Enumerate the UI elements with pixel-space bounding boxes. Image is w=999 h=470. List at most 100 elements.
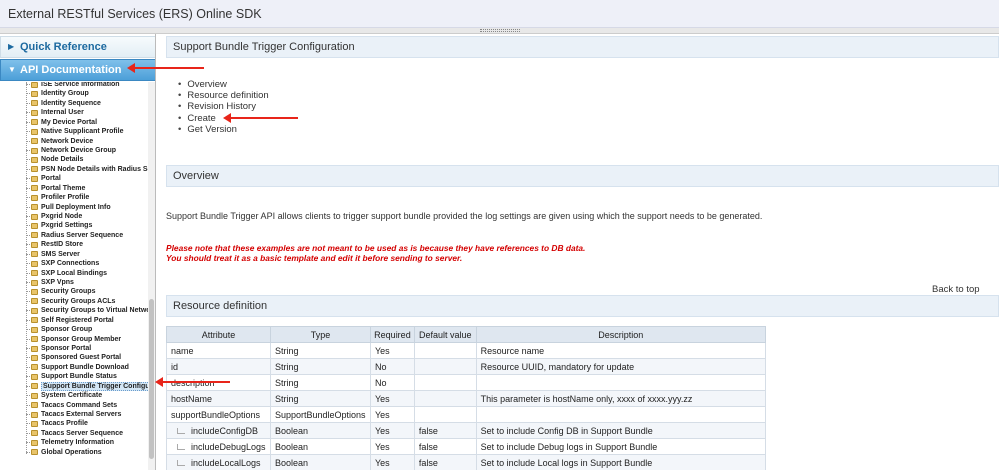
tree-item-label: Profiler Profile bbox=[41, 194, 90, 202]
folder-icon bbox=[31, 166, 38, 173]
folder-icon bbox=[31, 392, 38, 399]
sidebar-tree-item[interactable]: Security Groups bbox=[26, 288, 95, 297]
sidebar-scrollbar[interactable] bbox=[148, 82, 155, 470]
table-cell-default: false bbox=[413, 438, 477, 455]
sidebar-tree-item[interactable]: Tacacs Command Sets bbox=[26, 402, 117, 411]
sidebar-tree-item[interactable]: Global Operations bbox=[26, 449, 102, 458]
tree-item-label: SXP Vpns bbox=[41, 279, 74, 287]
sidebar-tree-item[interactable]: Network Device Group bbox=[26, 147, 116, 156]
annotation-arrow bbox=[155, 377, 230, 387]
sidebar-tree-item[interactable]: Tacacs Server Sequence bbox=[26, 430, 123, 439]
toc-link[interactable]: Get Version bbox=[178, 124, 269, 135]
sidebar-tree-item[interactable]: SXP Local Bindings bbox=[26, 270, 107, 279]
sidebar-tree-item[interactable]: My Device Portal bbox=[26, 119, 97, 128]
sidebar-tree-item[interactable]: SXP Vpns bbox=[26, 279, 74, 288]
sidebar-tree-item[interactable]: Profiler Profile bbox=[26, 194, 89, 203]
table-cell-description: Set to include Debug logs in Support Bun… bbox=[475, 438, 767, 455]
sidebar-tree-item[interactable]: Network Device bbox=[26, 138, 93, 147]
scrollbar-thumb[interactable] bbox=[149, 299, 154, 459]
folder-icon bbox=[31, 279, 38, 286]
child-indent-icon bbox=[177, 443, 185, 450]
tree-item-label: PSN Node Details with Radius Se bbox=[41, 165, 148, 173]
annotation-arrow bbox=[127, 63, 204, 73]
sidebar-tree-item[interactable]: System Certificate bbox=[26, 392, 102, 401]
tree-branch bbox=[26, 423, 30, 425]
tree-branch bbox=[26, 84, 30, 85]
sidebar-tree-item[interactable]: PSN Node Details with Radius Se bbox=[26, 166, 148, 175]
folder-icon bbox=[31, 336, 38, 343]
folder-icon bbox=[31, 354, 38, 361]
tree-item-label: Tacacs Profile bbox=[41, 420, 88, 428]
tree-item-label: Radius Server Sequence bbox=[41, 231, 124, 239]
sidebar-tree-item[interactable]: Portal bbox=[26, 175, 61, 184]
folder-icon bbox=[31, 251, 38, 258]
table-cell-type: Boolean bbox=[269, 438, 371, 455]
tree-branch bbox=[26, 282, 30, 284]
folder-icon bbox=[31, 213, 38, 220]
sidebar-tree-item[interactable]: Native Supplicant Profile bbox=[26, 128, 123, 137]
sidebar-tree-item[interactable]: Identity Sequence bbox=[26, 100, 101, 109]
table-cell-required: No bbox=[369, 358, 415, 375]
toc-link[interactable]: Overview bbox=[178, 79, 269, 90]
table-cell-type: String bbox=[269, 342, 371, 359]
tree-item-label: SXP Local Bindings bbox=[41, 269, 107, 277]
sidebar-tree-item[interactable]: Node Details bbox=[26, 156, 83, 165]
sidebar-tree-item[interactable]: Support Bundle Trigger Configur bbox=[26, 381, 148, 392]
ers-sdk-window: External RESTful Services (ERS) Online S… bbox=[0, 0, 999, 470]
sidebar-tree-item[interactable]: Tacacs Profile bbox=[26, 420, 88, 429]
accordion-quick-reference[interactable]: ▶ Quick Reference bbox=[0, 36, 155, 58]
table-row: id String No Resource UUID, mandatory for u… bbox=[166, 358, 767, 375]
cell-text: hostName bbox=[171, 393, 213, 404]
sidebar-tree-item[interactable]: Tacacs External Servers bbox=[26, 411, 121, 420]
table-header-row: Attribute Type Required Default value Descri… bbox=[166, 326, 767, 343]
tree-item-label: Sponsored Guest Portal bbox=[41, 354, 122, 362]
sidebar-tree-item[interactable]: Self Registered Portal bbox=[26, 317, 114, 326]
tree-item-label: Network Device Group bbox=[41, 147, 117, 154]
toc-link[interactable]: Resource definition bbox=[178, 90, 268, 101]
folder-icon bbox=[31, 326, 38, 333]
table-cell-attribute: includeDebugLogs bbox=[166, 438, 271, 455]
sidebar-tree-item[interactable]: Pull Deployment Info bbox=[26, 204, 111, 213]
tree-item-label: Tacacs Command Sets bbox=[41, 401, 118, 409]
tree-item-label: RestID Store bbox=[41, 241, 84, 249]
tree-branch bbox=[26, 150, 30, 151]
sidebar-tree-item[interactable]: Sponsored Guest Portal bbox=[26, 354, 121, 363]
sidebar-tree-item[interactable]: Support Bundle Download bbox=[26, 364, 129, 373]
table-cell-required: Yes bbox=[369, 438, 415, 455]
sidebar-tree-item[interactable]: Pxgrid Node bbox=[26, 213, 82, 222]
sidebar-tree-item[interactable]: Security Groups to Virtual Netwo bbox=[26, 307, 148, 316]
folder-icon bbox=[31, 373, 38, 380]
tree-item-label: SMS Server bbox=[41, 250, 80, 258]
sidebar-tree-item[interactable]: Telemetry Information bbox=[26, 439, 114, 448]
sidebar-tree-item[interactable]: RestID Store bbox=[26, 241, 83, 250]
tree-item-label: Node Details bbox=[41, 156, 84, 164]
cell-text: includeDebugLogs bbox=[191, 441, 266, 452]
sidebar-tree-item[interactable]: Security Groups ACLs bbox=[26, 298, 115, 307]
cell-text: Boolean bbox=[274, 457, 309, 468]
sidebar-tree-item[interactable]: Internal User bbox=[26, 109, 84, 118]
toc-link[interactable]: Revision History bbox=[178, 101, 269, 112]
folder-icon bbox=[31, 430, 38, 437]
folder-icon bbox=[31, 345, 38, 352]
folder-icon bbox=[31, 175, 38, 182]
folder-icon bbox=[31, 128, 38, 135]
back-to-top-link[interactable]: Back to top bbox=[932, 284, 980, 295]
sidebar-tree-item[interactable]: Identity Group bbox=[26, 90, 89, 99]
sidebar-tree-item[interactable]: SXP Connections bbox=[26, 260, 99, 269]
splitter-grip-icon[interactable] bbox=[480, 29, 520, 32]
sidebar-tree-item[interactable]: Pxgrid Settings bbox=[26, 222, 92, 231]
sidebar-tree-item[interactable]: SMS Server bbox=[26, 251, 80, 260]
table-cell-description: Resource UUID, mandatory for update bbox=[475, 358, 767, 375]
sidebar-tree-item[interactable]: Sponsor Group Member bbox=[26, 336, 121, 345]
sidebar-tree-item[interactable]: Sponsor Group bbox=[26, 326, 92, 335]
cell-text: SupportBundleOptions bbox=[274, 409, 366, 420]
sidebar-tree-item[interactable]: Portal Theme bbox=[26, 185, 85, 194]
sidebar-tree-item[interactable]: Sponsor Portal bbox=[26, 345, 91, 354]
folder-icon bbox=[31, 449, 38, 456]
tree-branch bbox=[26, 216, 30, 218]
folder-icon bbox=[31, 241, 38, 248]
sidebar-tree-item[interactable]: ISE Service Information bbox=[26, 82, 120, 90]
table-cell-default: false bbox=[413, 454, 477, 470]
tree-branch bbox=[26, 206, 30, 208]
sidebar-tree-item[interactable]: Radius Server Sequence bbox=[26, 232, 123, 241]
